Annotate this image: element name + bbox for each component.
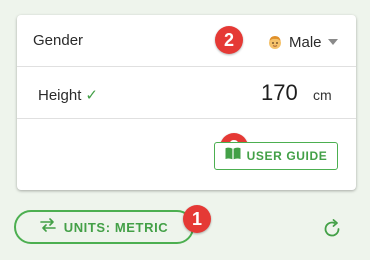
male-face-icon	[267, 34, 283, 50]
chevron-down-icon	[327, 39, 338, 45]
gender-select[interactable]: Male	[267, 31, 338, 53]
height-input[interactable]	[257, 79, 309, 107]
height-label: Height ✓	[38, 86, 98, 104]
height-row: Height✓ 3 cm	[17, 67, 356, 161]
annotation-badge-2: 2	[215, 26, 243, 54]
height-unit: cm	[313, 87, 332, 103]
height-label-text: Height	[38, 87, 82, 104]
swap-arrows-icon	[39, 217, 56, 237]
units-toggle-label: UNITS: METRIC	[63, 219, 169, 235]
refresh-icon[interactable]	[321, 218, 343, 240]
check-icon: ✓	[85, 87, 98, 104]
user-guide-label: USER GUIDE	[246, 149, 328, 163]
gender-label: Gender	[33, 32, 84, 49]
gender-row: Gender 2 Male	[17, 15, 356, 67]
annotation-badge-1: 1	[183, 205, 211, 233]
user-guide-button[interactable]: USER GUIDE	[214, 142, 338, 170]
units-toggle-button[interactable]: UNITS: METRIC	[14, 210, 194, 244]
settings-card: Gender 2 Male Height✓ 3 cm	[17, 15, 356, 190]
gender-value: Male	[289, 33, 322, 51]
book-icon	[225, 147, 241, 165]
